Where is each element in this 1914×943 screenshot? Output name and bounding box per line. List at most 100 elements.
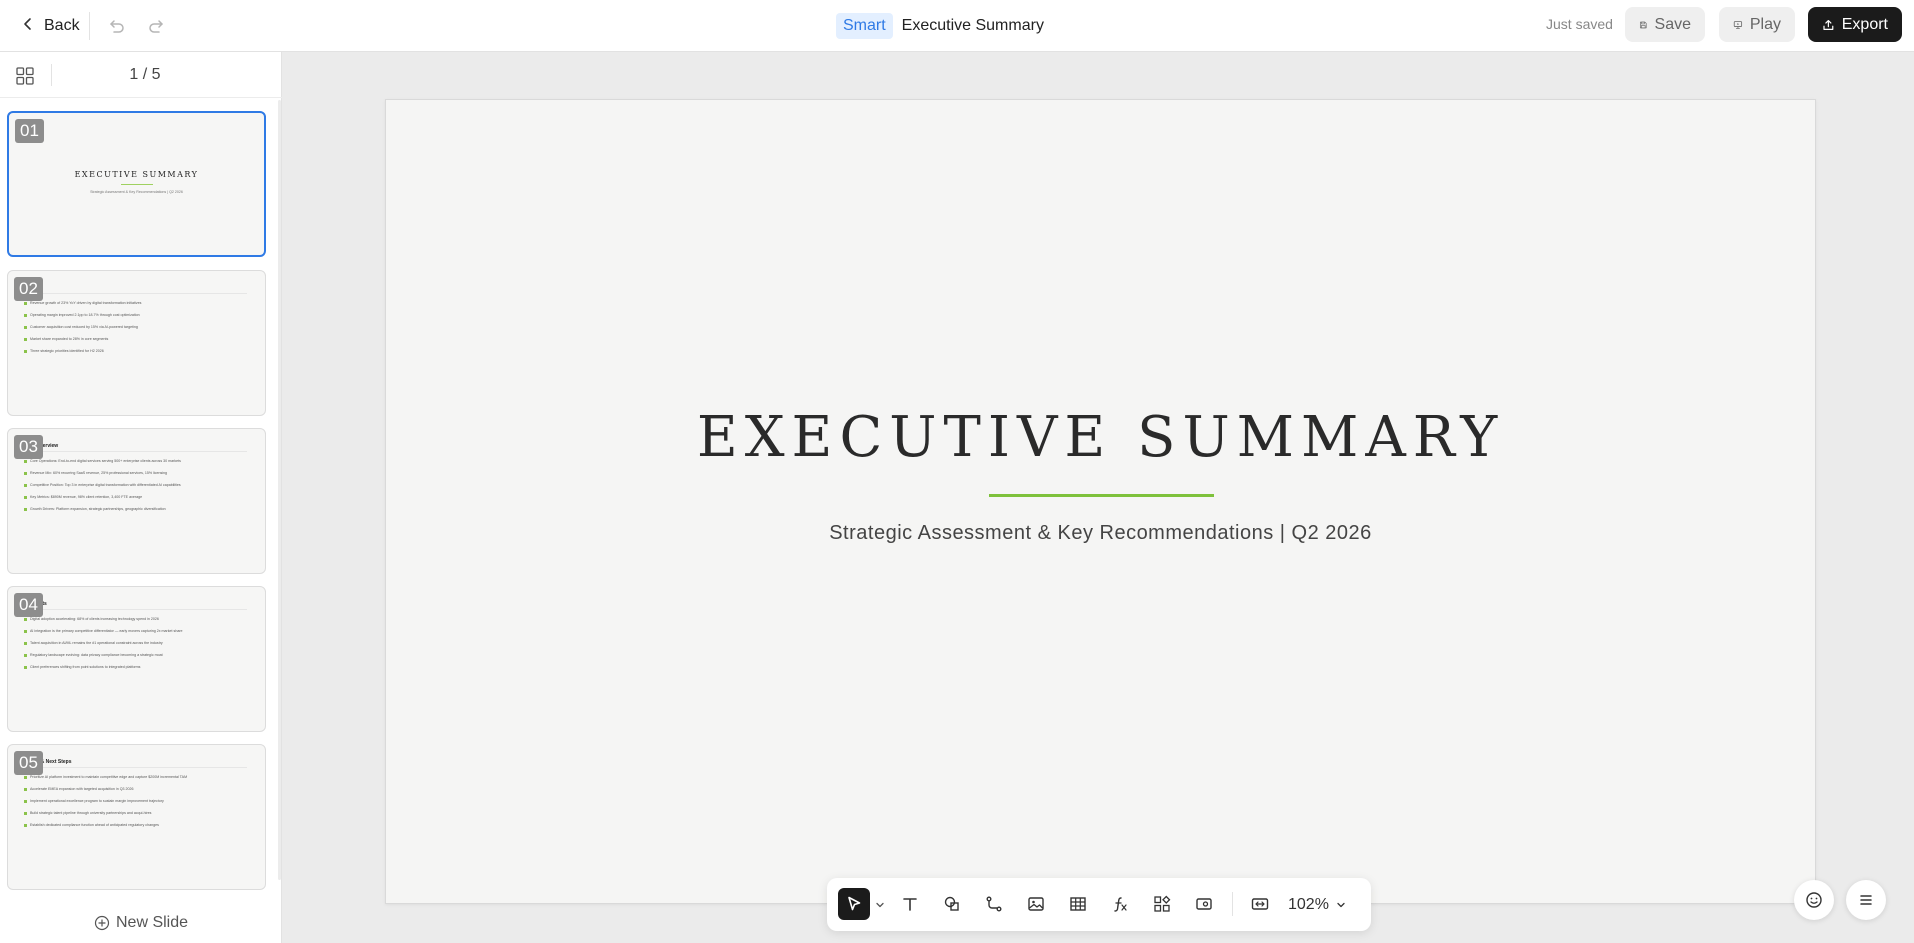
thumbnail-bullet: Three strategic priorities identified fo…	[24, 349, 244, 361]
slide-title[interactable]: EXECUTIVE SUMMARY	[386, 405, 1815, 470]
table-icon	[1070, 897, 1086, 911]
thumbnail-bullet: Build strategic talent pipeline through …	[24, 811, 244, 823]
thumbnail-bullets: Digital adoption accelerating: 68% of cl…	[24, 617, 244, 677]
save-button[interactable]: Save	[1625, 7, 1705, 42]
sidebar-header: 1 / 5	[0, 52, 282, 98]
thumbnail-bullet: Revenue growth of 23% YoY driven by digi…	[24, 301, 244, 313]
menu-icon	[1860, 895, 1872, 905]
back-label: Back	[44, 17, 80, 34]
thumbnail-subtitle: Strategic Assessment & Key Recommendatio…	[90, 190, 183, 194]
slide-number: 02	[14, 277, 43, 301]
text-icon	[903, 898, 917, 911]
redo-button[interactable]	[143, 12, 171, 40]
table-tool-button[interactable]	[1062, 888, 1094, 920]
export-label: Export	[1841, 15, 1888, 33]
zoom-selector[interactable]: 102%	[1288, 893, 1347, 917]
components-icon	[1154, 895, 1171, 912]
document-title-group: Smart Executive Summary	[836, 11, 1044, 41]
thumbnail-rule	[24, 293, 247, 294]
text-tool-button[interactable]	[894, 888, 926, 920]
select-tool-button[interactable]	[838, 888, 870, 920]
slide-thumbnail-3[interactable]: 03 ss Overview Core Operations: End-to-e…	[7, 428, 266, 574]
slide-number: 04	[14, 593, 43, 617]
select-tool-dropdown[interactable]	[874, 898, 886, 910]
formula-tool-button[interactable]	[1104, 888, 1136, 920]
thumbnail-bullet: Competitive Position: Top 3 in enterpris…	[24, 483, 244, 495]
shapes-icon	[944, 896, 959, 911]
document-title[interactable]: Executive Summary	[902, 17, 1044, 35]
slide-thumbnail-5[interactable]: 05 ions & Next Steps Prioritize AI platf…	[7, 744, 266, 890]
back-button[interactable]: Back	[16, 12, 84, 40]
thumbnail-bullet: Growth Drivers: Platform expansion, stra…	[24, 507, 244, 519]
slide-thumbnail-4[interactable]: 04 nsights Digital adoption accelerating…	[7, 586, 266, 732]
thumbnail-title: EXECUTIVE SUMMARY	[74, 170, 199, 179]
thumbnail-bullet: Operating margin improved 2.1pp to 18.7%…	[24, 313, 244, 325]
play-button[interactable]: Play	[1719, 7, 1795, 42]
fit-to-screen-button[interactable]	[1244, 888, 1276, 920]
slide-number: 03	[14, 435, 43, 459]
play-label: Play	[1749, 15, 1781, 33]
slide-subtitle[interactable]: Strategic Assessment & Key Recommendatio…	[386, 522, 1815, 545]
top-bar: Back Smart Executive Summary Just saved …	[0, 0, 1914, 52]
chevron-down-icon	[1337, 902, 1345, 908]
editing-toolbar: 102%	[827, 878, 1371, 931]
fit-width-icon	[1251, 898, 1269, 910]
thumbnail-bullet: Revenue Mix: 60% recurring SaaS revenue,…	[24, 471, 244, 483]
page-indicator: 1 / 5	[129, 66, 161, 83]
thumbnail-rule	[24, 767, 247, 768]
undo-icon	[110, 20, 124, 33]
menu-button[interactable]	[1846, 880, 1886, 920]
new-slide-label: New Slide	[115, 914, 189, 931]
thumbnail-rule	[24, 451, 247, 452]
zoom-level: 102%	[1288, 896, 1329, 913]
thumbnail-bullet: Digital adoption accelerating: 68% of cl…	[24, 617, 244, 629]
component-tool-button[interactable]	[1146, 888, 1178, 920]
add-circle-icon	[94, 915, 110, 931]
slide-number: 05	[14, 751, 43, 775]
slide-canvas[interactable]: EXECUTIVE SUMMARY Strategic Assessment &…	[385, 99, 1816, 904]
formula-icon	[1114, 897, 1127, 912]
export-button[interactable]: Export	[1808, 7, 1902, 42]
thumbnail-bullet: Talent acquisition in AI/ML remains the …	[24, 641, 244, 653]
new-slide-button[interactable]: New Slide	[0, 908, 282, 938]
media-icon	[1196, 898, 1212, 910]
thumbnail-bullet: Customer acquisition cost reduced by 15%…	[24, 325, 244, 337]
slide-divider[interactable]	[989, 494, 1214, 497]
thumbnail-divider	[121, 184, 153, 185]
slide-number: 01	[15, 119, 44, 143]
toolbar-divider	[1232, 892, 1233, 916]
thumbnail-bullet: AI integration is the primary competitiv…	[24, 629, 244, 641]
thumbnail-bullet: Accelerate EMEA expansion with targeted …	[24, 787, 244, 799]
sidebar-scrollbar[interactable]	[278, 100, 281, 880]
thumbnail-bullet: Establish dedicated compliance function …	[24, 823, 244, 835]
thumbnail-rule	[24, 609, 247, 610]
chevron-down-icon	[876, 902, 884, 908]
grid-view-button[interactable]	[14, 65, 36, 87]
connector-tool-button[interactable]	[978, 888, 1010, 920]
shape-tool-button[interactable]	[936, 888, 968, 920]
slide-sidebar: 1 / 5 01 EXECUTIVE SUMMARY Strategic Ass…	[0, 52, 282, 943]
thumbnail-bullet: Implement operational excellence program…	[24, 799, 244, 811]
slide-thumbnail-2[interactable]: 02 ights Revenue growth of 23% YoY drive…	[7, 270, 266, 416]
thumbnail-bullet: Market share expanded to 28% in core seg…	[24, 337, 244, 349]
feedback-button[interactable]	[1794, 880, 1834, 920]
slide-thumbnail-1[interactable]: 01 EXECUTIVE SUMMARY Strategic Assessmen…	[7, 111, 266, 257]
redo-icon	[149, 20, 163, 33]
undo-button[interactable]	[102, 12, 130, 40]
connector-icon	[986, 896, 1002, 912]
thumbnail-bullets: Prioritize AI platform investment to mai…	[24, 775, 244, 835]
thumbnail-bullet: Core Operations: End-to-end digital serv…	[24, 459, 244, 471]
presentation-icon	[1733, 20, 1743, 29]
grid-icon	[16, 67, 34, 85]
save-label: Save	[1654, 15, 1691, 33]
media-tool-button[interactable]	[1188, 888, 1220, 920]
image-icon	[1028, 897, 1044, 911]
smart-badge[interactable]: Smart	[836, 13, 893, 39]
image-tool-button[interactable]	[1020, 888, 1052, 920]
thumbnail-bullet: Regulatory landscape evolving: data priv…	[24, 653, 244, 665]
upload-icon	[1823, 19, 1834, 30]
thumbnail-bullets: Core Operations: End-to-end digital serv…	[24, 459, 244, 519]
save-icon	[1639, 21, 1647, 28]
thumbnail-bullet: Key Metrics: $890M revenue, 98% client r…	[24, 495, 244, 507]
thumbnail-bullet: Client preferences shifting from point s…	[24, 665, 244, 677]
